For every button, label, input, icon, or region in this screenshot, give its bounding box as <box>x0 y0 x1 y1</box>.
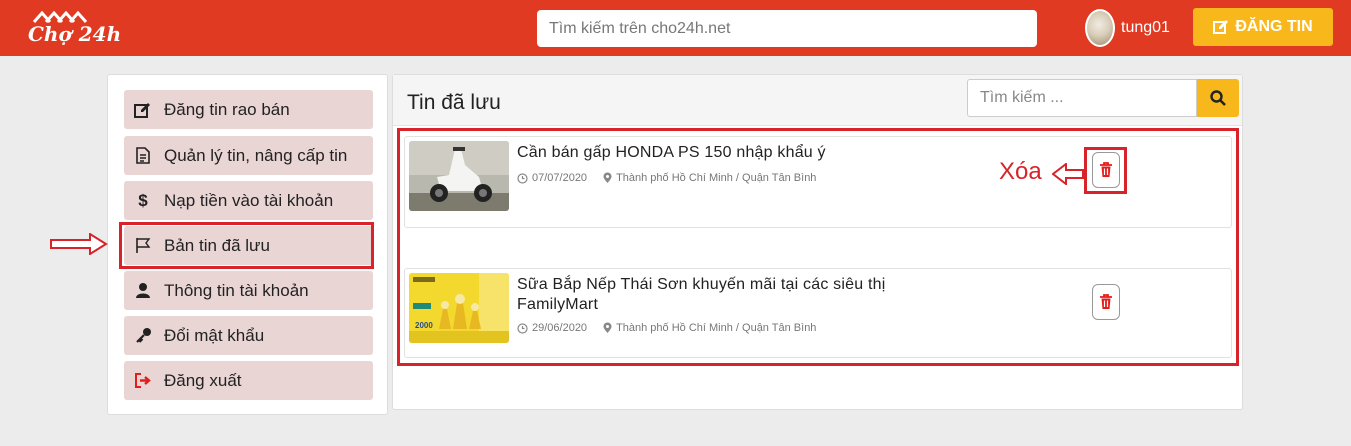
sidebar-item-label: Đổi mật khẩu <box>164 325 265 345</box>
site-search-input[interactable] <box>537 10 1037 47</box>
delete-highlight <box>1084 147 1127 194</box>
panel-header: Tin đã lưu <box>393 75 1242 126</box>
post-listing-button[interactable]: ĐĂNG TIN <box>1193 8 1333 46</box>
site-logo[interactable]: Chợ 24h <box>22 10 122 48</box>
sidebar-item-label: Quản lý tin, nâng cấp tin <box>164 145 348 165</box>
sidebar-item-post-ad[interactable]: Đăng tin rao bán <box>124 90 373 129</box>
sidebar-item-top-up[interactable]: $ Nạp tiền vào tài khoản <box>124 181 373 220</box>
active-item-highlight <box>119 222 374 269</box>
sidebar-item-label: Đăng tin rao bán <box>164 99 290 119</box>
document-icon <box>134 147 152 165</box>
user-icon <box>134 282 152 300</box>
delete-annotation-label: Xóa <box>999 158 1042 185</box>
avatar <box>1085 9 1115 47</box>
sidebar-item-label: Đăng xuất <box>164 370 242 390</box>
sidebar-item-label: Thông tin tài khoản <box>164 280 309 300</box>
username: tung01 <box>1121 19 1170 36</box>
sidebar-item-label: Nạp tiền vào tài khoản <box>164 190 334 210</box>
edit-icon <box>134 101 152 119</box>
page-title: Tin đã lưu <box>407 91 501 114</box>
sign-out-icon <box>134 372 152 390</box>
sidebar-item-change-password[interactable]: Đổi mật khẩu <box>124 316 373 355</box>
annotation-arrow-icon <box>1052 163 1084 185</box>
key-icon <box>134 327 152 345</box>
search-icon <box>1210 90 1226 106</box>
dollar-icon: $ <box>138 190 148 210</box>
post-button-label: ĐĂNG TIN <box>1235 18 1313 35</box>
saved-search-input[interactable] <box>967 79 1197 117</box>
sidebar-item-manage-listings[interactable]: Quản lý tin, nâng cấp tin <box>124 136 373 175</box>
search-button[interactable] <box>1197 79 1239 117</box>
edit-icon <box>1213 20 1229 34</box>
sidebar-item-account-info[interactable]: Thông tin tài khoản <box>124 271 373 310</box>
user-menu[interactable]: tung01 <box>1085 8 1170 48</box>
annotation-arrow-icon <box>50 233 108 255</box>
sidebar-item-logout[interactable]: Đăng xuất <box>124 361 373 400</box>
logo-text: Chợ 24h <box>28 22 122 46</box>
top-navbar: Chợ 24h tung01 ĐĂNG TIN <box>0 0 1351 56</box>
